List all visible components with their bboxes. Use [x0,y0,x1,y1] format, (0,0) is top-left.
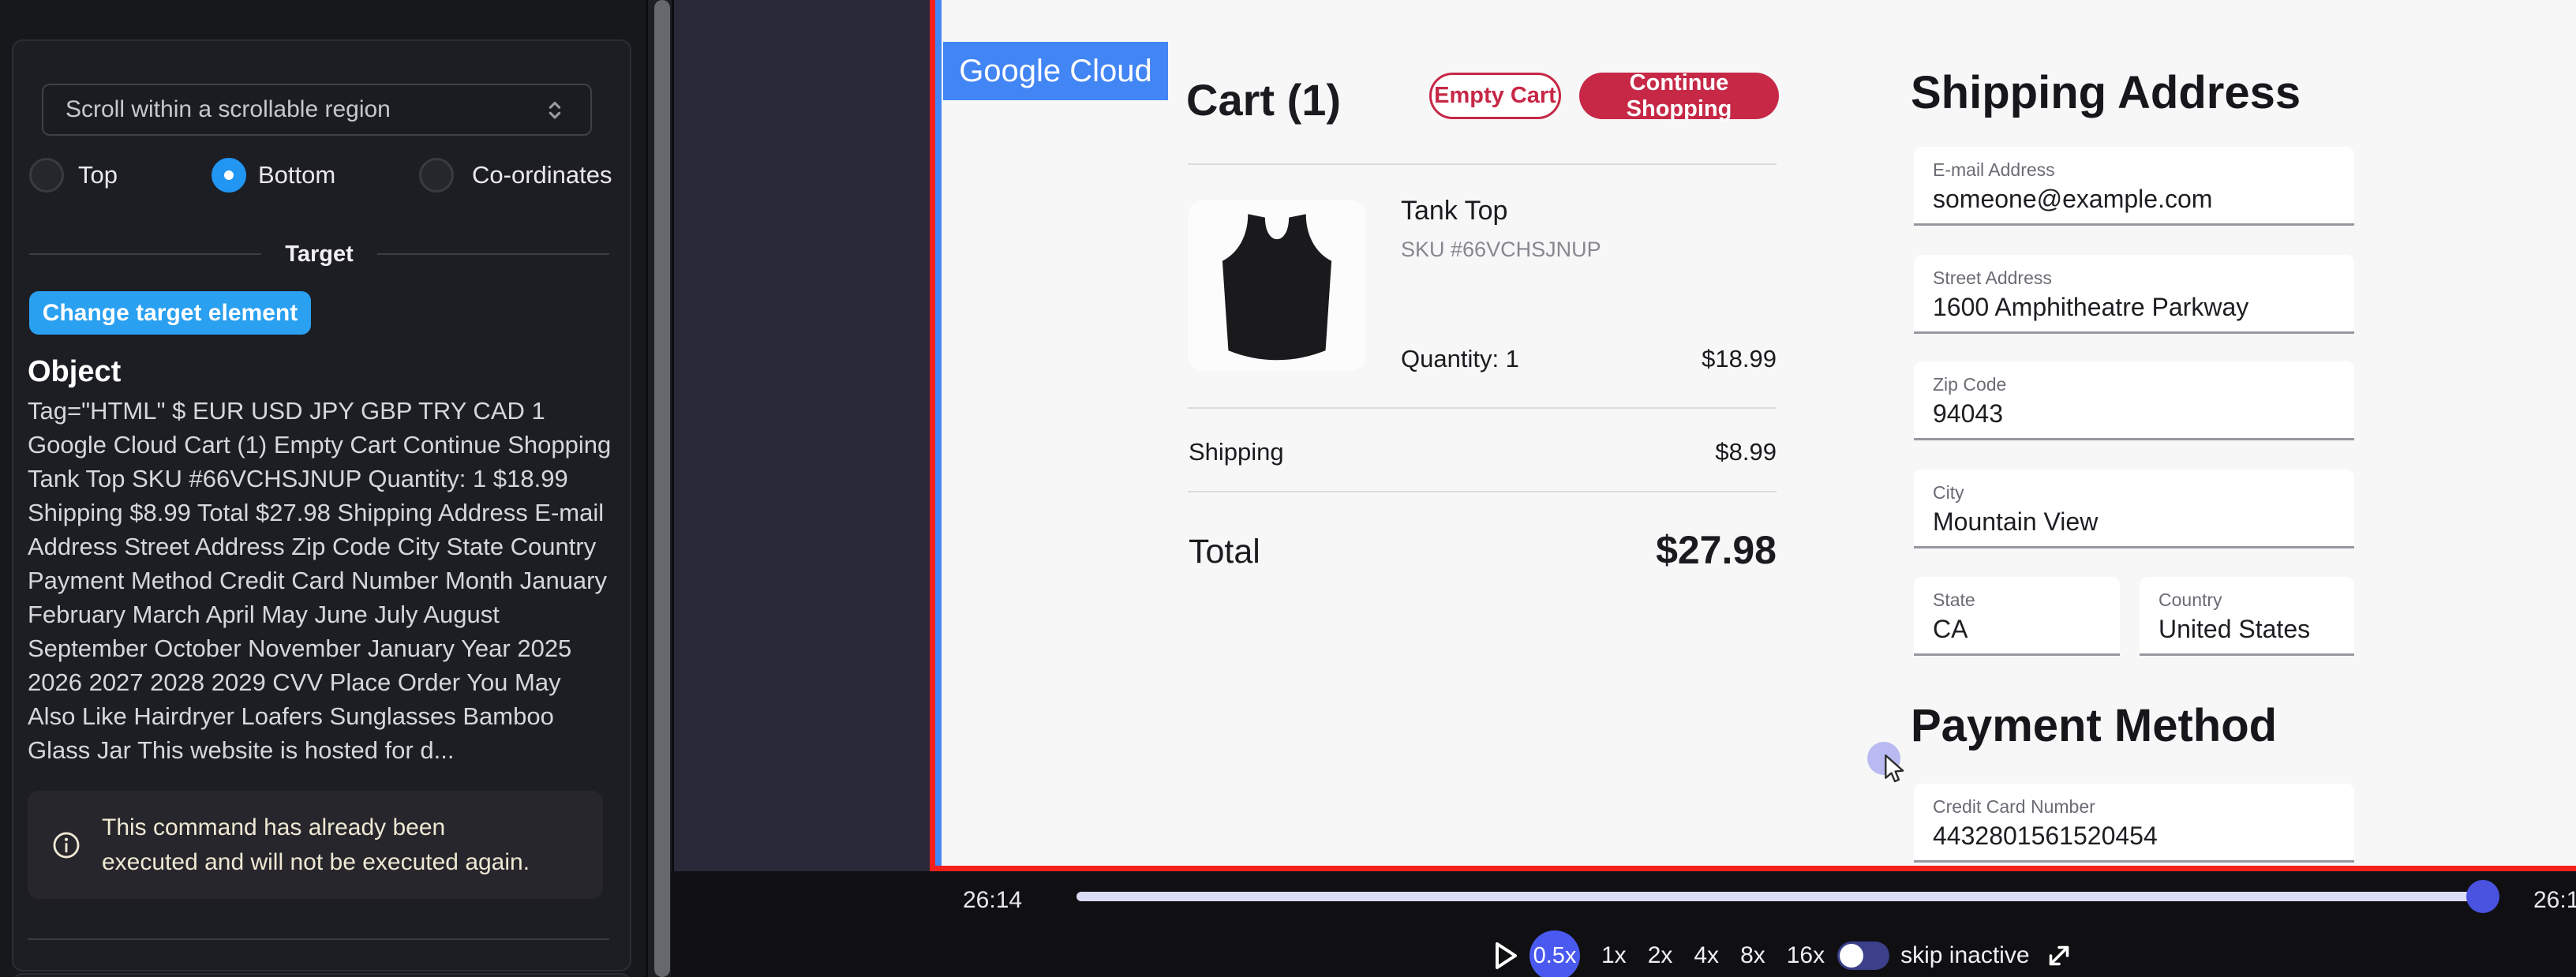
credit-card-field[interactable]: Credit Card Number 4432801561520454 [1914,784,2354,863]
country-field-label: Country [2159,590,2222,611]
zip-field-label: Zip Code [1933,374,2006,395]
radio-top[interactable] [29,158,64,193]
toggle-knob [1840,944,1863,968]
seek-bar-thumb[interactable] [2466,880,2499,913]
shipping-label: Shipping [1189,438,1284,466]
next-command-card [12,973,631,977]
notice-text: This command has already been executed a… [102,810,544,880]
viewport-highlight-red-bottom [930,866,2576,871]
radio-bottom-label[interactable]: Bottom [258,161,335,189]
city-field-label: City [1933,482,1964,503]
email-field[interactable]: E-mail Address someone@example.com [1914,147,2354,226]
stage-background [674,0,930,871]
target-section-divider: Target [29,238,609,270]
tank-top-illustration [1188,200,1366,371]
command-card: Scroll within a scrollable region Top Bo… [12,39,631,971]
skip-inactive-toggle[interactable] [1837,941,1889,970]
credit-card-field-value: 4432801561520454 [1933,822,2158,851]
speed-1x[interactable]: 1x [1601,942,1627,969]
radio-bottom[interactable] [212,158,246,193]
action-type-selected-value: Scroll within a scrollable region [66,96,541,123]
speed-16x[interactable]: 16x [1787,942,1825,969]
radio-top-label[interactable]: Top [78,161,118,189]
street-field-label: Street Address [1933,268,2052,289]
item-name: Tank Top [1401,196,1507,226]
info-icon [51,830,81,860]
recording-review-app: { "left_panel": { "action_select": { "va… [0,0,2576,977]
country-field[interactable]: Country United States [2140,577,2354,656]
city-field-value: Mountain View [1933,507,2098,537]
state-field-label: State [1933,590,1975,611]
cart-header-divider [1188,163,1777,165]
country-field-value: United States [2159,615,2310,644]
viewport-highlight-red-left [930,0,935,871]
play-button[interactable] [1492,940,1520,971]
item-sku: SKU #66VCHSJNUP [1401,238,1601,262]
end-time-label: 26:1 [2533,887,2576,914]
select-chevrons-icon [541,96,568,123]
tank-top-product-image [1188,200,1366,371]
continue-shopping-button[interactable]: Continue Shopping [1579,73,1779,119]
panel-scrollbar[interactable] [646,0,674,977]
fullscreen-expand-icon[interactable] [2042,939,2076,972]
speed-8x[interactable]: 8x [1740,942,1765,969]
credit-card-field-label: Credit Card Number [1933,796,2095,818]
shipping-price: $8.99 [1619,438,1777,466]
empty-cart-button[interactable]: Empty Cart [1429,73,1561,119]
command-editor-panel: Scroll within a scrollable region Top Bo… [0,0,646,977]
radio-coordinates[interactable] [419,158,454,193]
mouse-cursor [1881,754,1908,788]
scrollbar-thumb[interactable] [654,0,670,977]
action-type-select[interactable]: Scroll within a scrollable region [42,84,592,136]
email-field-value: someone@example.com [1933,185,2212,214]
speed-2x[interactable]: 2x [1648,942,1673,969]
total-price: $27.98 [1540,527,1777,573]
city-field[interactable]: City Mountain View [1914,470,2354,548]
item-quantity: Quantity: 1 [1401,345,1519,373]
google-cloud-badge: Google Cloud [943,42,1168,100]
zip-field[interactable]: Zip Code 94043 [1914,361,2354,440]
object-description-text: Tag="HTML" $ EUR USD JPY GBP TRY CAD 1 G… [28,394,613,767]
total-label: Total [1189,533,1260,571]
already-executed-notice: This command has already been executed a… [28,791,603,899]
payment-method-heading: Payment Method [1911,699,2277,752]
viewport-highlight-blue-left [935,0,942,868]
zip-field-value: 94043 [1933,399,2003,429]
state-field-value: CA [1933,615,1968,644]
divider-line [29,253,261,255]
speed-0-5x[interactable]: 0.5x [1530,930,1580,977]
target-section-label: Target [285,241,353,268]
panel-divider [28,938,609,940]
email-field-label: E-mail Address [1933,159,2055,181]
current-time-label: 26:14 [963,887,1022,914]
seek-bar-track[interactable] [1076,892,2486,901]
shipping-address-heading: Shipping Address [1911,66,2301,119]
scroll-position-radio-group: Top Bottom Co-ordinates [13,158,633,193]
change-target-button[interactable]: Change target element [29,291,311,335]
street-field-value: 1600 Amphitheatre Parkway [1933,293,2248,322]
skip-inactive-label: skip inactive [1900,942,2029,969]
item-price: $18.99 [1619,345,1777,373]
playback-bar: 26:14 26:1 0.5x 1x 2x 4x 8x 16x skip ina… [671,871,2576,977]
object-heading: Object [28,355,121,389]
cart-item-divider [1188,407,1777,409]
cart-title: Cart (1) [1186,74,1341,125]
divider-line [377,253,609,255]
recorded-browser-viewport: Google Cloud Cart (1) Empty Cart Continu… [942,0,2576,866]
cart-shipping-divider [1188,491,1777,492]
street-field[interactable]: Street Address 1600 Amphitheatre Parkway [1914,255,2354,334]
speed-4x[interactable]: 4x [1694,942,1719,969]
radio-coordinates-label[interactable]: Co-ordinates [472,161,612,189]
playback-controls: 0.5x 1x 2x 4x 8x 16x skip inactive [1492,933,2076,977]
state-field[interactable]: State CA [1914,577,2120,656]
